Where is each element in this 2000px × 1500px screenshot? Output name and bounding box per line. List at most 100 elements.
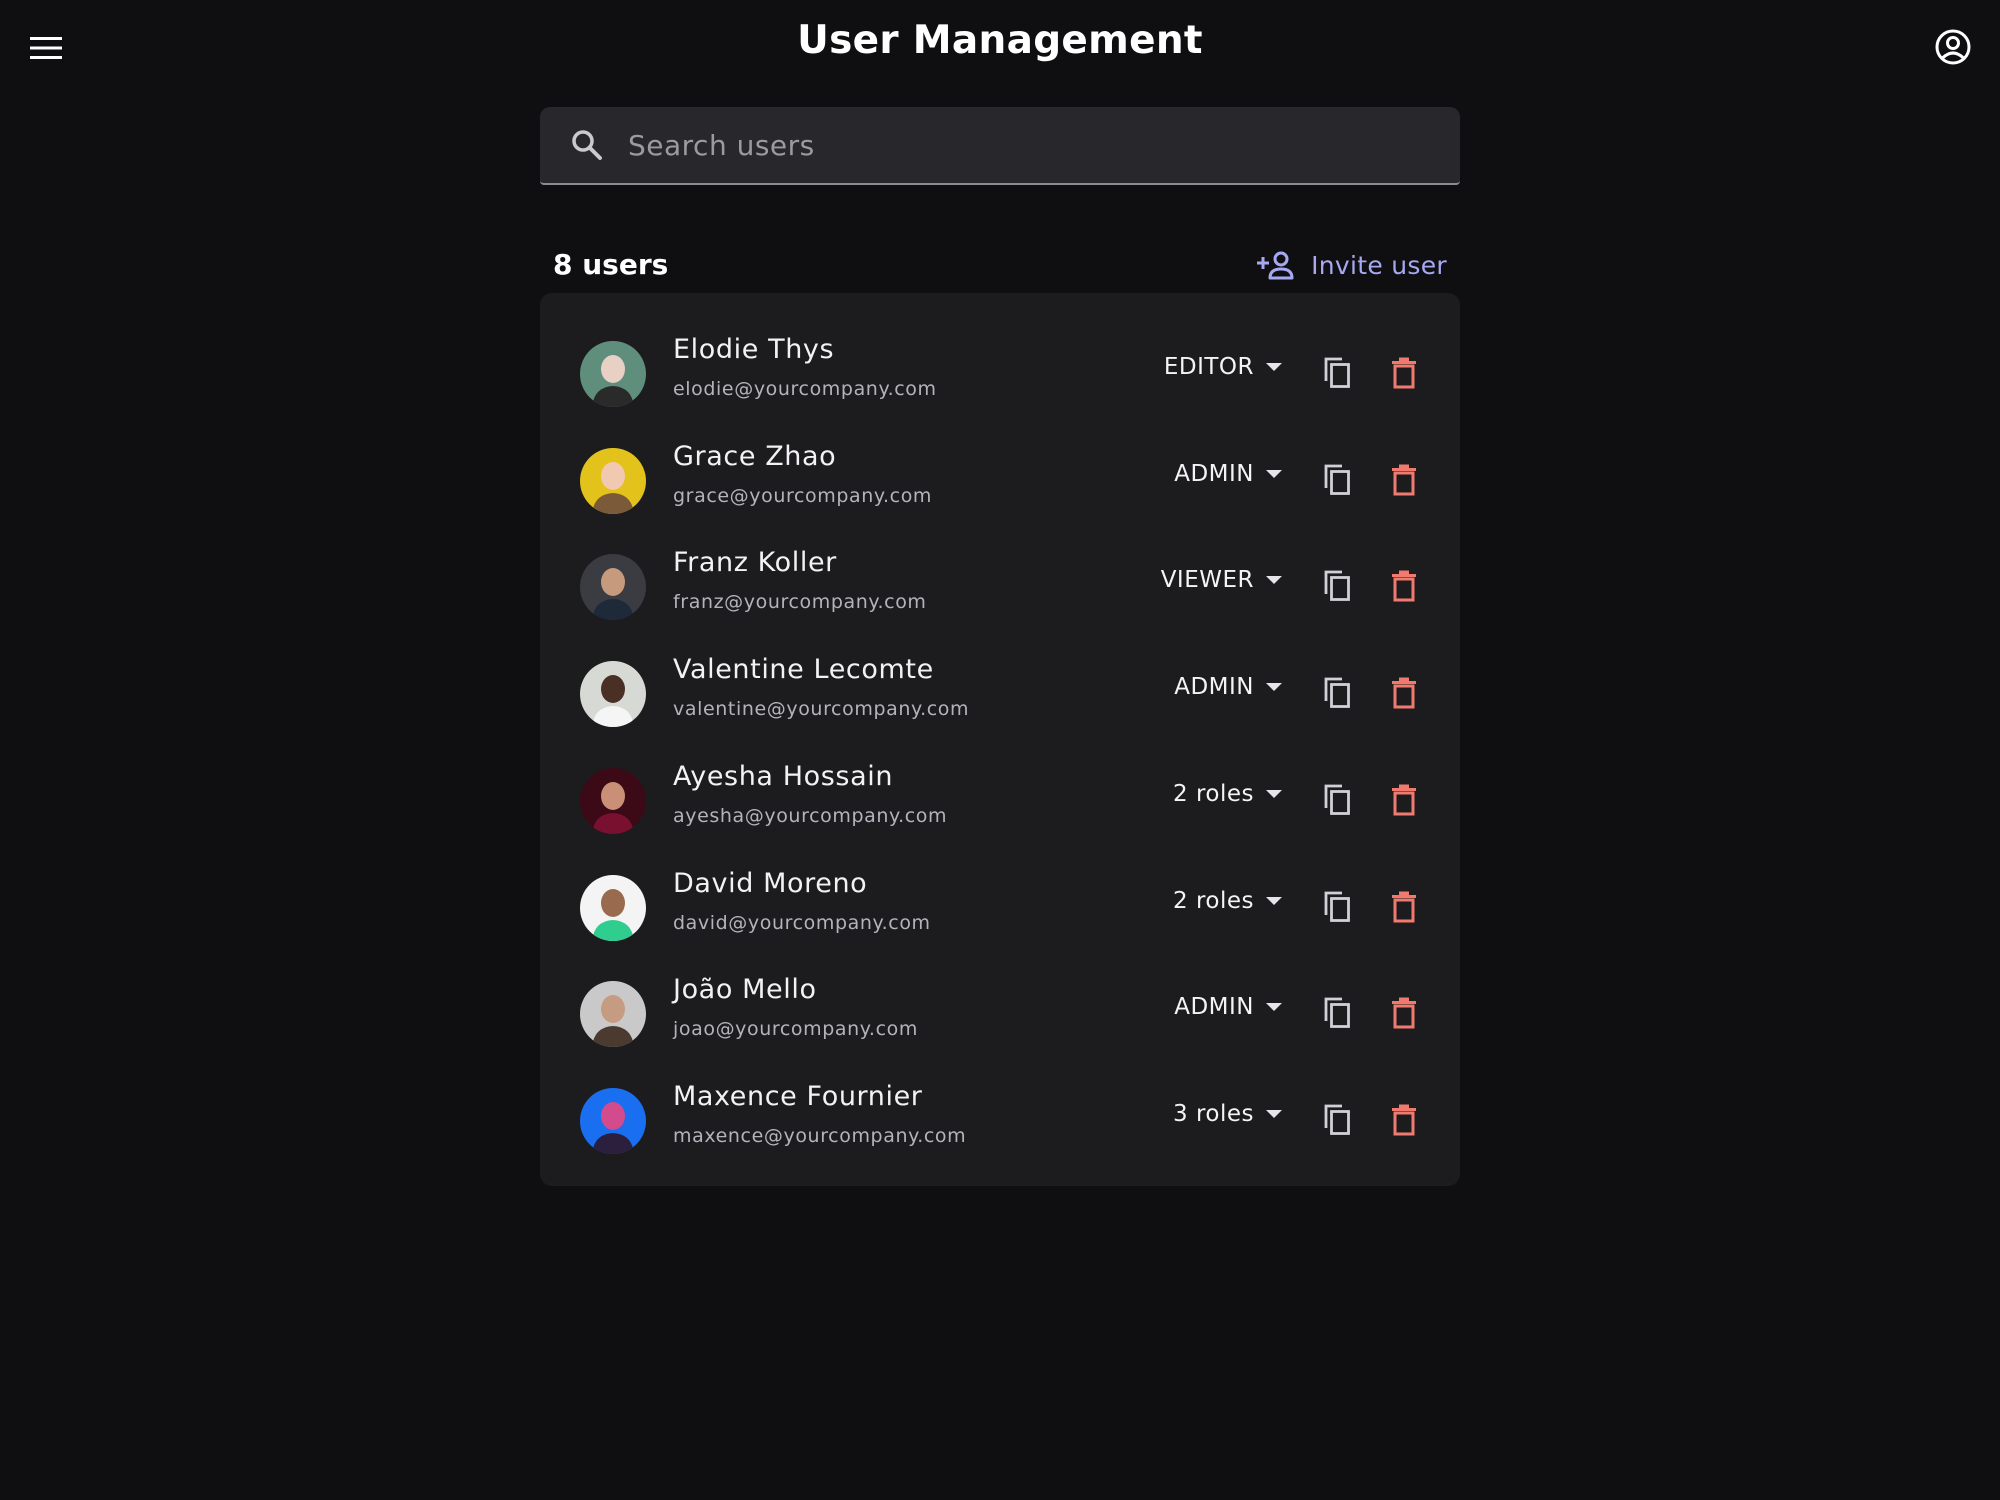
role-value: ADMIN: [1174, 994, 1254, 1021]
copy-icon: [1324, 784, 1350, 815]
user-name: Grace Zhao: [673, 440, 837, 472]
copy-icon: [1324, 891, 1350, 922]
user-email: elodie@yourcompany.com: [673, 378, 937, 400]
role-value: 2 roles: [1173, 887, 1254, 914]
role-value: ADMIN: [1174, 460, 1254, 487]
role-select[interactable]: ADMIN: [1174, 994, 1282, 1020]
avatar: [580, 767, 646, 834]
user-name: Franz Koller: [673, 547, 837, 579]
trash-icon: [1392, 1104, 1416, 1136]
delete-button[interactable]: [1384, 887, 1424, 927]
copy-button[interactable]: [1317, 780, 1357, 820]
role-select[interactable]: EDITOR: [1164, 354, 1282, 380]
trash-icon: [1392, 891, 1416, 922]
user-row[interactable]: Franz Koller franz@yourcompany.com VIEWER: [540, 533, 1460, 639]
trash-icon: [1392, 677, 1416, 709]
role-value: VIEWER: [1160, 567, 1254, 594]
avatar: [580, 874, 646, 941]
copy-button[interactable]: [1317, 1100, 1357, 1140]
user-row[interactable]: Grace Zhao grace@yourcompany.com ADMIN: [540, 427, 1460, 533]
trash-icon: [1392, 784, 1416, 816]
role-select[interactable]: 2 roles: [1173, 781, 1282, 807]
user-row[interactable]: João Mello joao@yourcompany.com ADMIN: [540, 960, 1460, 1066]
delete-button[interactable]: [1384, 353, 1424, 393]
search-input[interactable]: [626, 127, 1460, 163]
role-value: 2 roles: [1173, 780, 1254, 807]
user-count: 8 users: [553, 248, 669, 281]
delete-button[interactable]: [1384, 1100, 1424, 1140]
chevron-down-icon: [1266, 1109, 1282, 1118]
user-email: maxence@yourcompany.com: [673, 1124, 967, 1147]
avatar: [580, 981, 646, 1048]
user-name: David Moreno: [673, 867, 868, 899]
user-email: joao@yourcompany.com: [673, 1018, 918, 1041]
role-select[interactable]: ADMIN: [1174, 461, 1282, 487]
copy-button[interactable]: [1317, 353, 1357, 393]
copy-icon: [1324, 357, 1350, 388]
account-circle-icon: [1935, 29, 1971, 65]
chevron-down-icon: [1266, 896, 1282, 905]
role-select[interactable]: 2 roles: [1173, 888, 1282, 914]
user-row[interactable]: Ayesha Hossain ayesha@yourcompany.com 2 ro…: [540, 747, 1460, 853]
user-name: Ayesha Hossain: [673, 760, 894, 792]
role-value: ADMIN: [1174, 674, 1254, 701]
chevron-down-icon: [1266, 1003, 1282, 1012]
copy-icon: [1324, 570, 1350, 602]
search-field[interactable]: [540, 107, 1460, 185]
delete-button[interactable]: [1384, 780, 1424, 820]
account-button[interactable]: [1928, 22, 1978, 72]
chevron-down-icon: [1266, 683, 1282, 692]
chevron-down-icon: [1266, 469, 1282, 478]
person-add-icon: [1255, 247, 1299, 283]
copy-icon: [1324, 677, 1350, 708]
user-email: franz@yourcompany.com: [673, 591, 927, 614]
avatar: [580, 661, 646, 728]
page-title: User Management: [797, 18, 1203, 63]
delete-button[interactable]: [1384, 993, 1424, 1033]
copy-icon: [1324, 997, 1350, 1029]
user-name: Maxence Fournier: [673, 1080, 923, 1112]
top-app-bar: User Management: [0, 0, 2000, 92]
user-email: grace@yourcompany.com: [673, 484, 933, 507]
copy-button[interactable]: [1317, 993, 1357, 1033]
copy-button[interactable]: [1317, 566, 1357, 606]
avatar: [580, 554, 646, 621]
user-email: ayesha@yourcompany.com: [673, 804, 948, 827]
search-icon: [568, 126, 606, 164]
invite-user-button[interactable]: Invite user: [1255, 247, 1447, 283]
trash-icon: [1392, 570, 1416, 602]
trash-icon: [1392, 464, 1416, 496]
user-list: Elodie Thys elodie@yourcompany.com EDITOR G…: [540, 293, 1460, 1186]
role-select[interactable]: VIEWER: [1161, 567, 1282, 593]
copy-button[interactable]: [1317, 887, 1357, 927]
copy-icon: [1324, 1104, 1350, 1135]
user-name: Valentine Lecomte: [673, 654, 934, 686]
role-value: EDITOR: [1163, 354, 1254, 380]
avatar: [580, 1087, 646, 1154]
user-row[interactable]: David Moreno david@yourcompany.com 2 roles: [540, 854, 1460, 960]
delete-button[interactable]: [1384, 673, 1424, 713]
user-name: João Mello: [673, 974, 817, 1006]
user-email: david@yourcompany.com: [673, 911, 931, 934]
trash-icon: [1392, 997, 1416, 1029]
invite-user-label: Invite user: [1311, 250, 1447, 280]
delete-button[interactable]: [1384, 566, 1424, 606]
user-row[interactable]: Maxence Fournier maxence@yourcompany.com 3…: [540, 1067, 1460, 1173]
user-name: Elodie Thys: [673, 334, 835, 365]
chevron-down-icon: [1266, 363, 1282, 371]
copy-icon: [1324, 464, 1350, 495]
chevron-down-icon: [1266, 576, 1282, 585]
copy-button[interactable]: [1317, 673, 1357, 713]
role-value: 3 roles: [1173, 1100, 1254, 1127]
chevron-down-icon: [1266, 789, 1282, 798]
user-email: valentine@yourcompany.com: [673, 698, 970, 721]
user-row[interactable]: Valentine Lecomte valentine@yourcompany.c…: [540, 640, 1460, 746]
role-select[interactable]: 3 roles: [1173, 1101, 1282, 1127]
delete-button[interactable]: [1384, 460, 1424, 500]
role-select[interactable]: ADMIN: [1174, 674, 1282, 700]
trash-icon: [1392, 357, 1416, 389]
avatar: [580, 341, 646, 407]
avatar: [580, 447, 646, 514]
user-row[interactable]: Elodie Thys elodie@yourcompany.com EDITOR: [540, 320, 1460, 426]
copy-button[interactable]: [1317, 460, 1357, 500]
